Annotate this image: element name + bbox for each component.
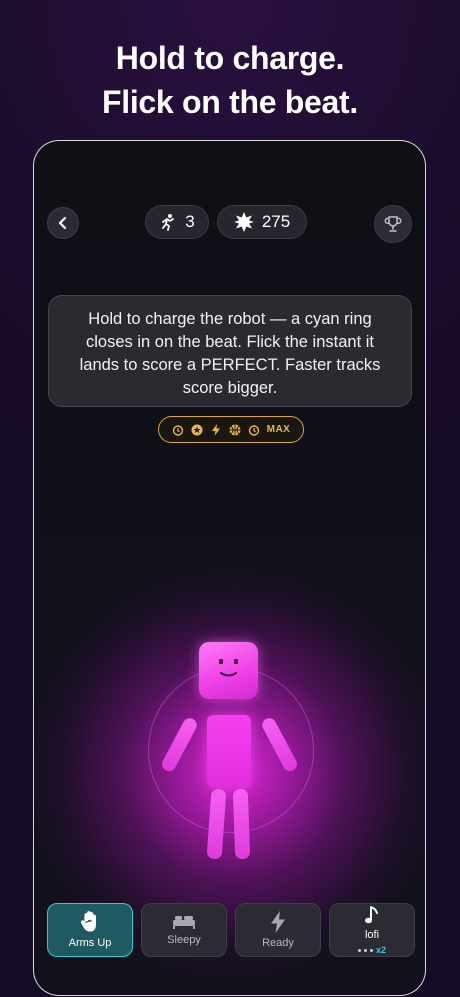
phone-frame: 3 275 Hold to charge the robot — a cyan … <box>33 140 426 996</box>
lightning-icon <box>210 423 222 436</box>
speed-dot <box>357 948 361 952</box>
robot-head <box>199 642 258 699</box>
music-note-icon <box>365 906 378 924</box>
running-figure-icon <box>162 214 175 231</box>
tab-ready[interactable]: Ready <box>235 903 321 957</box>
achievement-badges: MAX <box>158 416 304 443</box>
instruction-tooltip: Hold to charge the robot — a cyan ring c… <box>48 295 412 407</box>
tab-arms-up[interactable]: Arms Up <box>47 903 133 957</box>
basketball-icon <box>229 424 241 436</box>
back-button[interactable] <box>47 207 79 239</box>
score-counter: 275 <box>217 205 307 239</box>
hand-icon <box>80 911 96 932</box>
speed-indicator: x2 <box>357 945 386 955</box>
tab-lofi[interactable]: lofi x2 <box>329 903 415 957</box>
starburst-icon <box>233 212 254 232</box>
speed-dot <box>369 948 373 952</box>
bed-icon <box>173 916 195 929</box>
chevron-left-icon <box>58 216 67 230</box>
trophy-button[interactable] <box>374 205 412 243</box>
timer-icon <box>172 424 184 436</box>
robot-right-leg <box>232 788 251 860</box>
tab-sleepy[interactable]: Sleepy <box>141 903 227 957</box>
tab-label: Arms Up <box>68 937 112 949</box>
robot-body <box>207 715 251 788</box>
max-label: MAX <box>266 424 291 435</box>
tab-label: Ready <box>262 937 294 949</box>
headline: Hold to charge. Flick on the beat. <box>0 36 460 124</box>
speed-dot <box>363 948 367 952</box>
score-value: 275 <box>261 212 291 231</box>
multiplier-label: x2 <box>375 945 386 955</box>
trophy-icon <box>384 216 402 232</box>
headline-line-1: Hold to charge. <box>115 40 345 76</box>
star-coin-icon <box>191 424 203 436</box>
tab-label: Sleepy <box>167 934 201 946</box>
pose-tab-bar: Arms Up Sleepy Ready lofi x2 <box>47 903 415 959</box>
moves-counter: 3 <box>145 205 209 239</box>
headline-line-2: Flick on the beat. <box>102 84 358 120</box>
robot-face <box>219 659 238 677</box>
timer-icon <box>248 424 260 436</box>
tab-label: lofi <box>364 929 380 941</box>
lightning-icon <box>271 911 285 933</box>
moves-count: 3 <box>185 212 195 231</box>
